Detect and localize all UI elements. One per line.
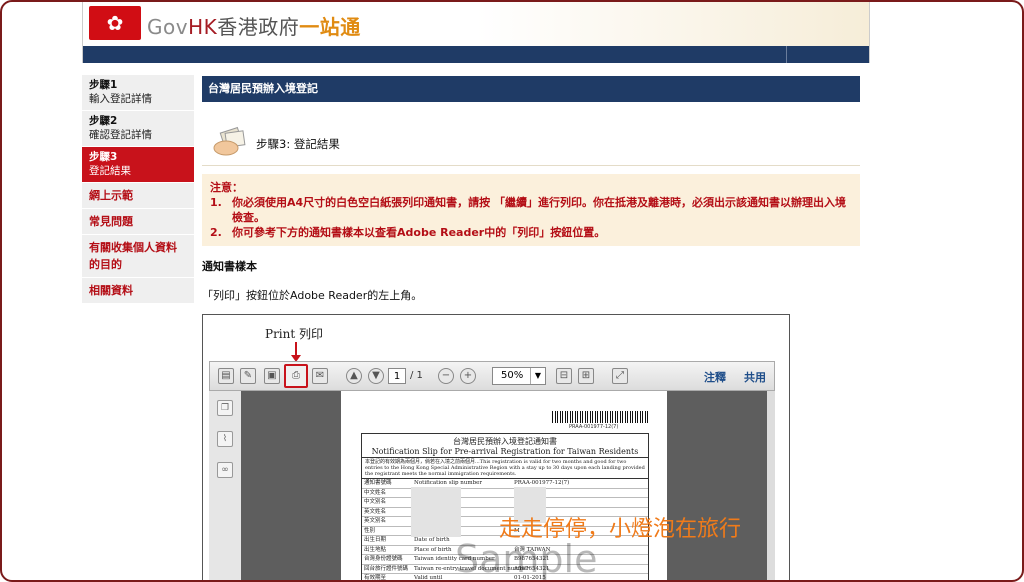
brand-hk: HK — [188, 15, 218, 39]
redacted-block — [411, 487, 461, 537]
form-row: 中文姓名 — [362, 489, 648, 498]
notice-item-text: 你必須使用A4尺寸的白色空白紙張列印通知書，請按 「繼續」進行列印。你在抵港及離… — [232, 196, 846, 224]
notice-item-text: 你可參考下方的通知書樣本以查看Adobe Reader中的「列印」按鈕位置。 — [232, 226, 606, 239]
scrollbar — [767, 391, 775, 580]
document-hand-icon — [213, 126, 246, 156]
sidebar-link-related[interactable]: 相關資料 — [82, 278, 194, 304]
step-title: 步驟1 — [89, 79, 118, 91]
page-number-field: 1 — [388, 368, 406, 384]
reader-toolbar: ▤ ✎ ▣ ⎙ ✉ ▲ ▼ 1 / 1 − + 50% ▼ ⊟ ⊞ ⤢ 注釋 共用 — [209, 361, 775, 391]
step-title: 步驟3 — [89, 151, 118, 163]
step-subtitle: 確認登記詳情 — [89, 129, 152, 141]
reader-left-pane: ❐ ⌇ ∞ — [209, 391, 242, 580]
brand-gov: Gov — [147, 15, 189, 39]
step-heading: 步驟3: 登記結果 — [256, 137, 340, 151]
form-row: 中文別名 — [362, 498, 648, 508]
email-icon: ✉ — [312, 368, 328, 384]
sidebar-link-faq[interactable]: 常見問題 — [82, 209, 194, 235]
barcode-number: PRAA-001977-12(7) — [569, 424, 619, 430]
step-subtitle: 輸入登記詳情 — [89, 93, 152, 105]
print-icon: ⎙ — [284, 364, 308, 388]
next-page-icon: ▼ — [368, 368, 384, 384]
zoom-select: 50% ▼ — [492, 367, 546, 385]
barcode — [552, 411, 648, 423]
notice-item: 2. 你可參考下方的通知書樣本以查看Adobe Reader中的「列印」按鈕位置。 — [210, 226, 606, 239]
form-intro: 本登記的有效期為兩個月，倘若在入境之前兩個月...This registrati… — [362, 458, 648, 479]
form-title-en: Notification Slip for Pre-arrival Regist… — [362, 447, 648, 458]
divider — [202, 165, 860, 166]
nav-divider — [786, 46, 787, 63]
sidebar-link-privacy[interactable]: 有關收集個人資料的目的 — [82, 235, 194, 278]
notice-heading: 注意： — [210, 181, 243, 194]
fit-width-icon: ⊞ — [578, 368, 594, 384]
step-subtitle: 登記結果 — [89, 165, 131, 177]
sidebar-step-1: 步驟1 輸入登記詳情 — [82, 75, 194, 111]
sample-heading: 通知書樣本 — [202, 260, 257, 273]
notice-item: 1. 你必須使用A4尺寸的白色空白紙張列印通知書，請按 「繼續」進行列印。你在抵港… — [210, 196, 846, 224]
form-title-zh: 台灣居民預辦入境登記通知書 — [453, 437, 557, 446]
fit-page-icon: ⊟ — [556, 368, 572, 384]
sample-description: 「列印」按鈕位於Adobe Reader的左上角。 — [202, 289, 423, 302]
save-icon: ▣ — [264, 368, 280, 384]
sidebar-link-demo[interactable]: 網上示範 — [82, 183, 194, 209]
edit-icon: ✎ — [240, 368, 256, 384]
sidebar-step-3-active: 步驟3 登記結果 — [82, 147, 194, 183]
zoom-out-icon: − — [438, 368, 454, 384]
sidebar-step-2: 步驟2 確認登記詳情 — [82, 111, 194, 147]
site-header: ✿ GovHK香港政府一站通 — [82, 2, 870, 46]
step-title: 步驟2 — [89, 115, 118, 127]
pages-icon: ❐ — [217, 400, 233, 416]
comment-label: 注釋 — [704, 371, 726, 384]
govhk-logo[interactable]: GovHK香港政府一站通 — [147, 11, 361, 40]
search-binoculars-icon: ∞ — [217, 462, 233, 478]
print-annotation: Print 列印 — [265, 327, 324, 341]
zoom-value: 50% — [501, 370, 524, 381]
form-row: 通知書號碼 Notification slip number PRAA-001977… — [362, 479, 648, 489]
sidebar: 步驟1 輸入登記詳情 步驟2 確認登記詳情 步驟3 登記結果 網上示範 常見問題… — [82, 75, 194, 304]
share-label: 共用 — [744, 371, 766, 384]
chevron-down-icon: ▼ — [530, 368, 545, 384]
nav-bar — [82, 46, 870, 63]
prev-page-icon: ▲ — [346, 368, 362, 384]
brand-zh: 香港政府 — [217, 15, 300, 39]
page-frame: ✿ GovHK香港政府一站通 步驟1 輸入登記詳情 步驟2 確認登記詳情 步驟3… — [0, 0, 1024, 582]
attachment-icon: ⌇ — [217, 431, 233, 447]
brand-one: 一站通 — [299, 15, 361, 39]
zoom-in-icon: + — [460, 368, 476, 384]
notice-box: 注意： 1. 你必須使用A4尺寸的白色空白紙張列印通知書，請按 「繼續」進行列印。… — [202, 174, 860, 246]
page-title: 台灣居民預辦入境登記 — [202, 76, 860, 102]
fullscreen-icon: ⤢ — [612, 368, 628, 384]
sample-ghost-text: Sample — [455, 537, 598, 581]
page-count: / 1 — [410, 370, 423, 381]
hk-flag-icon: ✿ — [89, 6, 141, 40]
sample-screenshot: Print 列印 ▤ ✎ ▣ ⎙ ✉ ▲ ▼ 1 / 1 − + 50% ▼ ⊟ … — [202, 314, 790, 581]
create-pdf-icon: ▤ — [218, 368, 234, 384]
